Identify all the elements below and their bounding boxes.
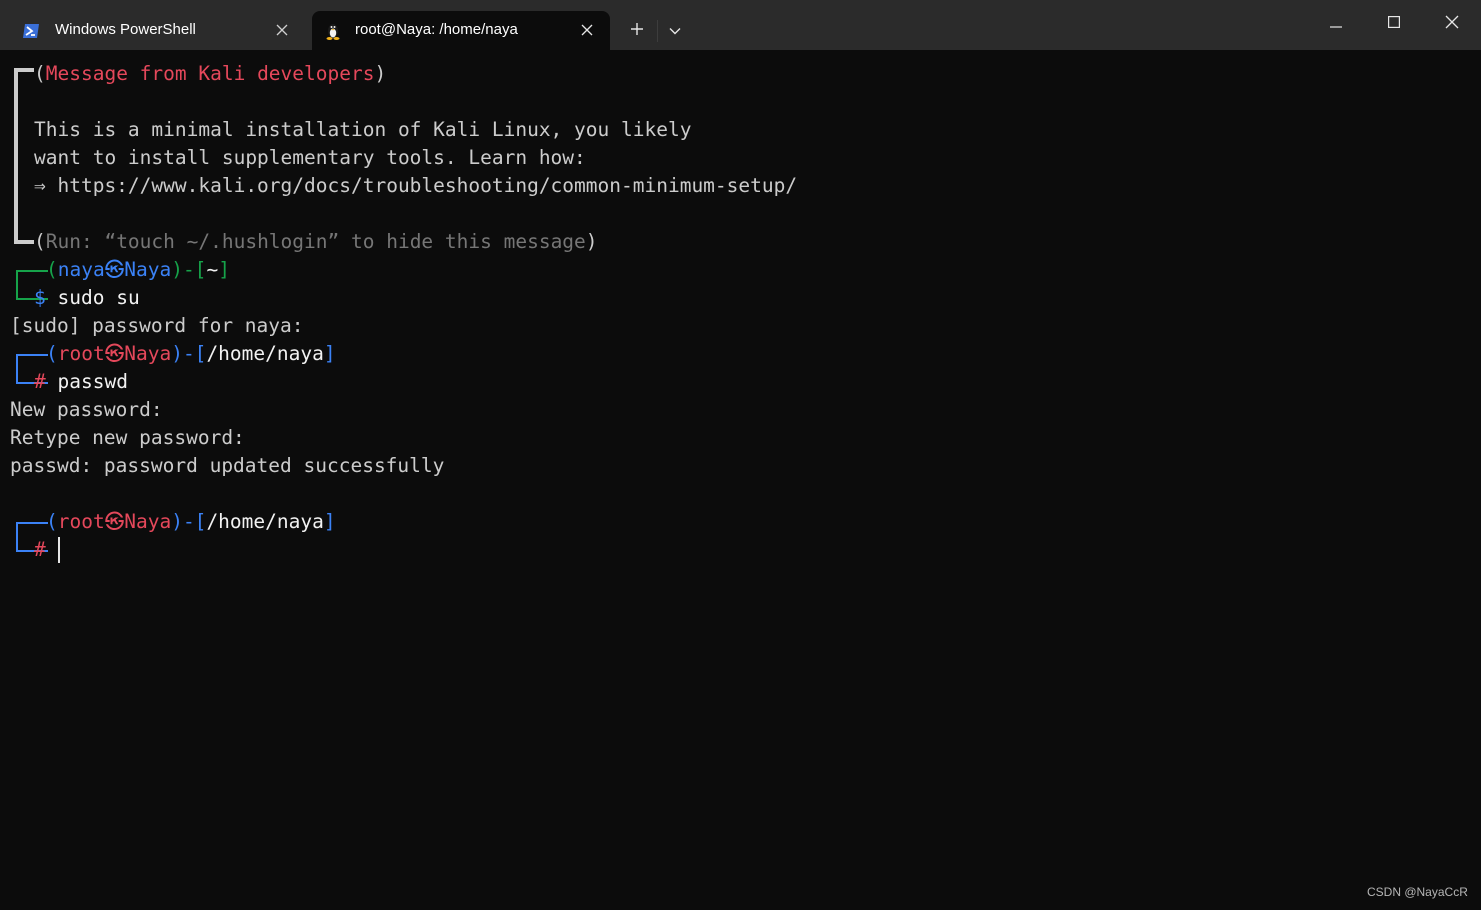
- new-tab-button[interactable]: [624, 18, 650, 44]
- tab-root-naya[interactable]: root@Naya: /home/naya: [312, 11, 610, 50]
- plus-icon: [630, 22, 644, 41]
- motd-header: (Message from Kali developers): [34, 62, 387, 85]
- prompt2-command-line: # passwd: [34, 370, 128, 393]
- watermark: CSDN @NayaCcR: [1367, 885, 1468, 899]
- sudo-password-prompt: [sudo] password for naya:: [10, 314, 304, 337]
- prompt1-command-line: $ sudo su: [34, 286, 140, 309]
- prompt1-header: (naya㉿Naya)-[~]: [46, 258, 230, 281]
- tab-windows-powershell[interactable]: Windows PowerShell: [10, 11, 305, 50]
- tab-separator: [657, 20, 658, 42]
- text-cursor: [58, 537, 60, 563]
- close-window-button[interactable]: [1423, 0, 1481, 48]
- chevron-down-icon: [669, 22, 681, 40]
- close-icon[interactable]: [578, 21, 596, 39]
- linux-penguin-icon: [323, 21, 341, 40]
- output-line: passwd: password updated successfully: [10, 454, 445, 477]
- maximize-button[interactable]: [1365, 0, 1423, 48]
- motd-line-1: This is a minimal installation of Kali L…: [34, 118, 692, 141]
- title-bar: Windows PowerShell root@Naya: /home/naya: [0, 0, 1481, 50]
- tab-dropdown-button[interactable]: [664, 18, 686, 44]
- maximize-icon: [1388, 15, 1401, 33]
- close-icon[interactable]: [273, 21, 291, 39]
- minimize-button[interactable]: [1307, 0, 1365, 48]
- motd-url[interactable]: ⇒ https://www.kali.org/docs/troubleshoot…: [34, 172, 797, 200]
- motd-bracket-top: [14, 68, 34, 72]
- motd-bracket-bottom: [14, 240, 34, 244]
- minimize-icon: [1330, 15, 1342, 33]
- motd-bracket: [14, 68, 19, 244]
- close-icon: [1445, 15, 1459, 34]
- motd-footer: (Run: “touch ~/.hushlogin” to hide this …: [34, 230, 598, 253]
- prompt3-header: (root㉿Naya)-[/home/naya]: [46, 510, 336, 533]
- prompt2-header: (root㉿Naya)-[/home/naya]: [46, 342, 336, 365]
- output-line: New password:: [10, 398, 163, 421]
- prompt3-command-line: #: [34, 538, 46, 561]
- terminal-area[interactable]: (Message from Kali developers) This is a…: [0, 50, 1481, 910]
- tab-title: root@Naya: /home/naya: [355, 21, 518, 38]
- output-line: Retype new password:: [10, 426, 245, 449]
- powershell-icon: [22, 22, 40, 40]
- motd-line-2: want to install supplementary tools. Lea…: [34, 146, 586, 169]
- tab-title: Windows PowerShell: [55, 21, 196, 38]
